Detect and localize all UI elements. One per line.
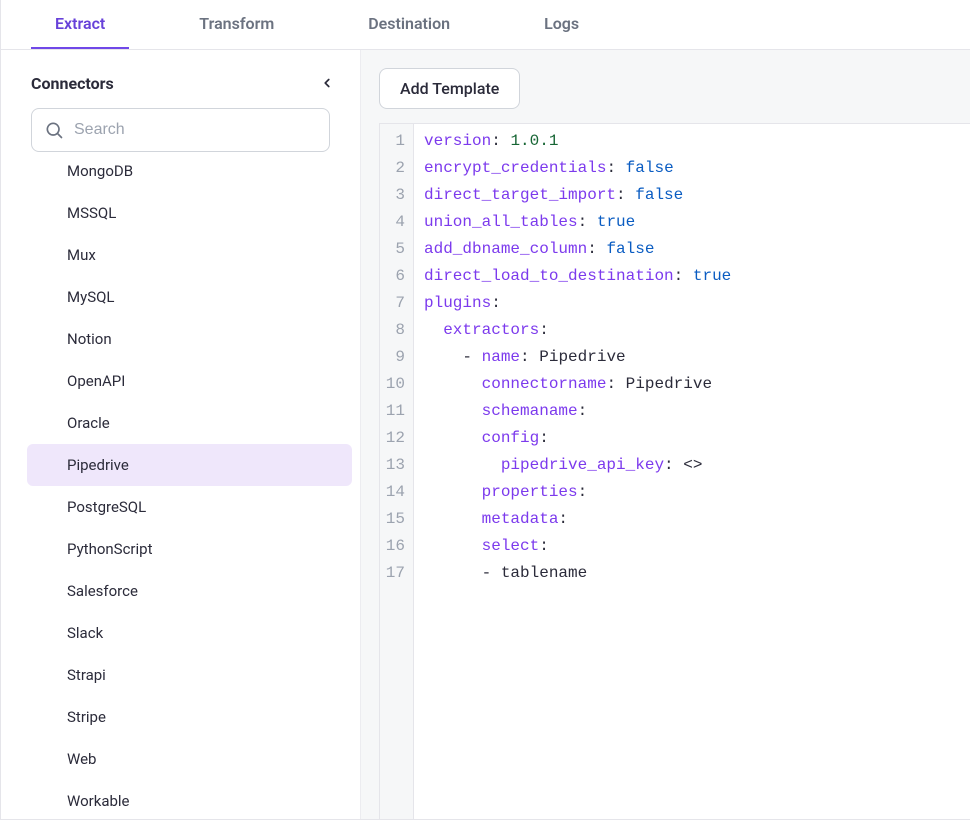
tab-extract[interactable]: Extract <box>31 0 129 49</box>
code-editor[interactable]: 1234567891011121314151617 version: 1.0.1… <box>379 123 970 819</box>
line-gutter: 1234567891011121314151617 <box>380 124 414 819</box>
editor-toolbar: Add Template <box>361 50 970 123</box>
main-body: Connectors MongoDBMSSQLMuxMySQLNotionOpe… <box>1 50 970 819</box>
connector-item-web[interactable]: Web <box>27 738 352 780</box>
tab-logs[interactable]: Logs <box>520 0 603 49</box>
sidebar: Connectors MongoDBMSSQLMuxMySQLNotionOpe… <box>1 50 361 819</box>
connector-item-oracle[interactable]: Oracle <box>27 402 352 444</box>
connector-item-workable[interactable]: Workable <box>27 780 352 819</box>
connector-item-slack[interactable]: Slack <box>27 612 352 654</box>
connector-list[interactable]: MongoDBMSSQLMuxMySQLNotionOpenAPIOracleP… <box>1 160 360 819</box>
collapse-sidebar-icon[interactable] <box>316 72 338 94</box>
tab-bar: Extract Transform Destination Logs <box>1 0 970 50</box>
connector-item-openapi[interactable]: OpenAPI <box>27 360 352 402</box>
connector-item-salesforce[interactable]: Salesforce <box>27 570 352 612</box>
connector-item-mux[interactable]: Mux <box>27 234 352 276</box>
add-template-button[interactable]: Add Template <box>379 68 520 109</box>
connector-item-pythonscript[interactable]: PythonScript <box>27 528 352 570</box>
connector-item-mongodb[interactable]: MongoDB <box>27 160 352 192</box>
connector-item-strapi[interactable]: Strapi <box>27 654 352 696</box>
connector-item-notion[interactable]: Notion <box>27 318 352 360</box>
editor-panel: Add Template 1234567891011121314151617 v… <box>361 50 970 819</box>
connector-item-postgresql[interactable]: PostgreSQL <box>27 486 352 528</box>
search-input[interactable] <box>74 121 317 139</box>
search-input-wrap[interactable] <box>31 108 330 152</box>
connector-item-pipedrive[interactable]: Pipedrive <box>27 444 352 486</box>
connector-item-stripe[interactable]: Stripe <box>27 696 352 738</box>
sidebar-title: Connectors <box>31 74 114 93</box>
connector-item-mysql[interactable]: MySQL <box>27 276 352 318</box>
tab-destination[interactable]: Destination <box>344 0 474 49</box>
connector-item-mssql[interactable]: MSSQL <box>27 192 352 234</box>
code-area[interactable]: version: 1.0.1encrypt_credentials: false… <box>414 124 970 819</box>
app-frame: Extract Transform Destination Logs Connecto… <box>0 0 970 820</box>
search-icon <box>44 120 64 140</box>
tab-transform[interactable]: Transform <box>175 0 298 49</box>
